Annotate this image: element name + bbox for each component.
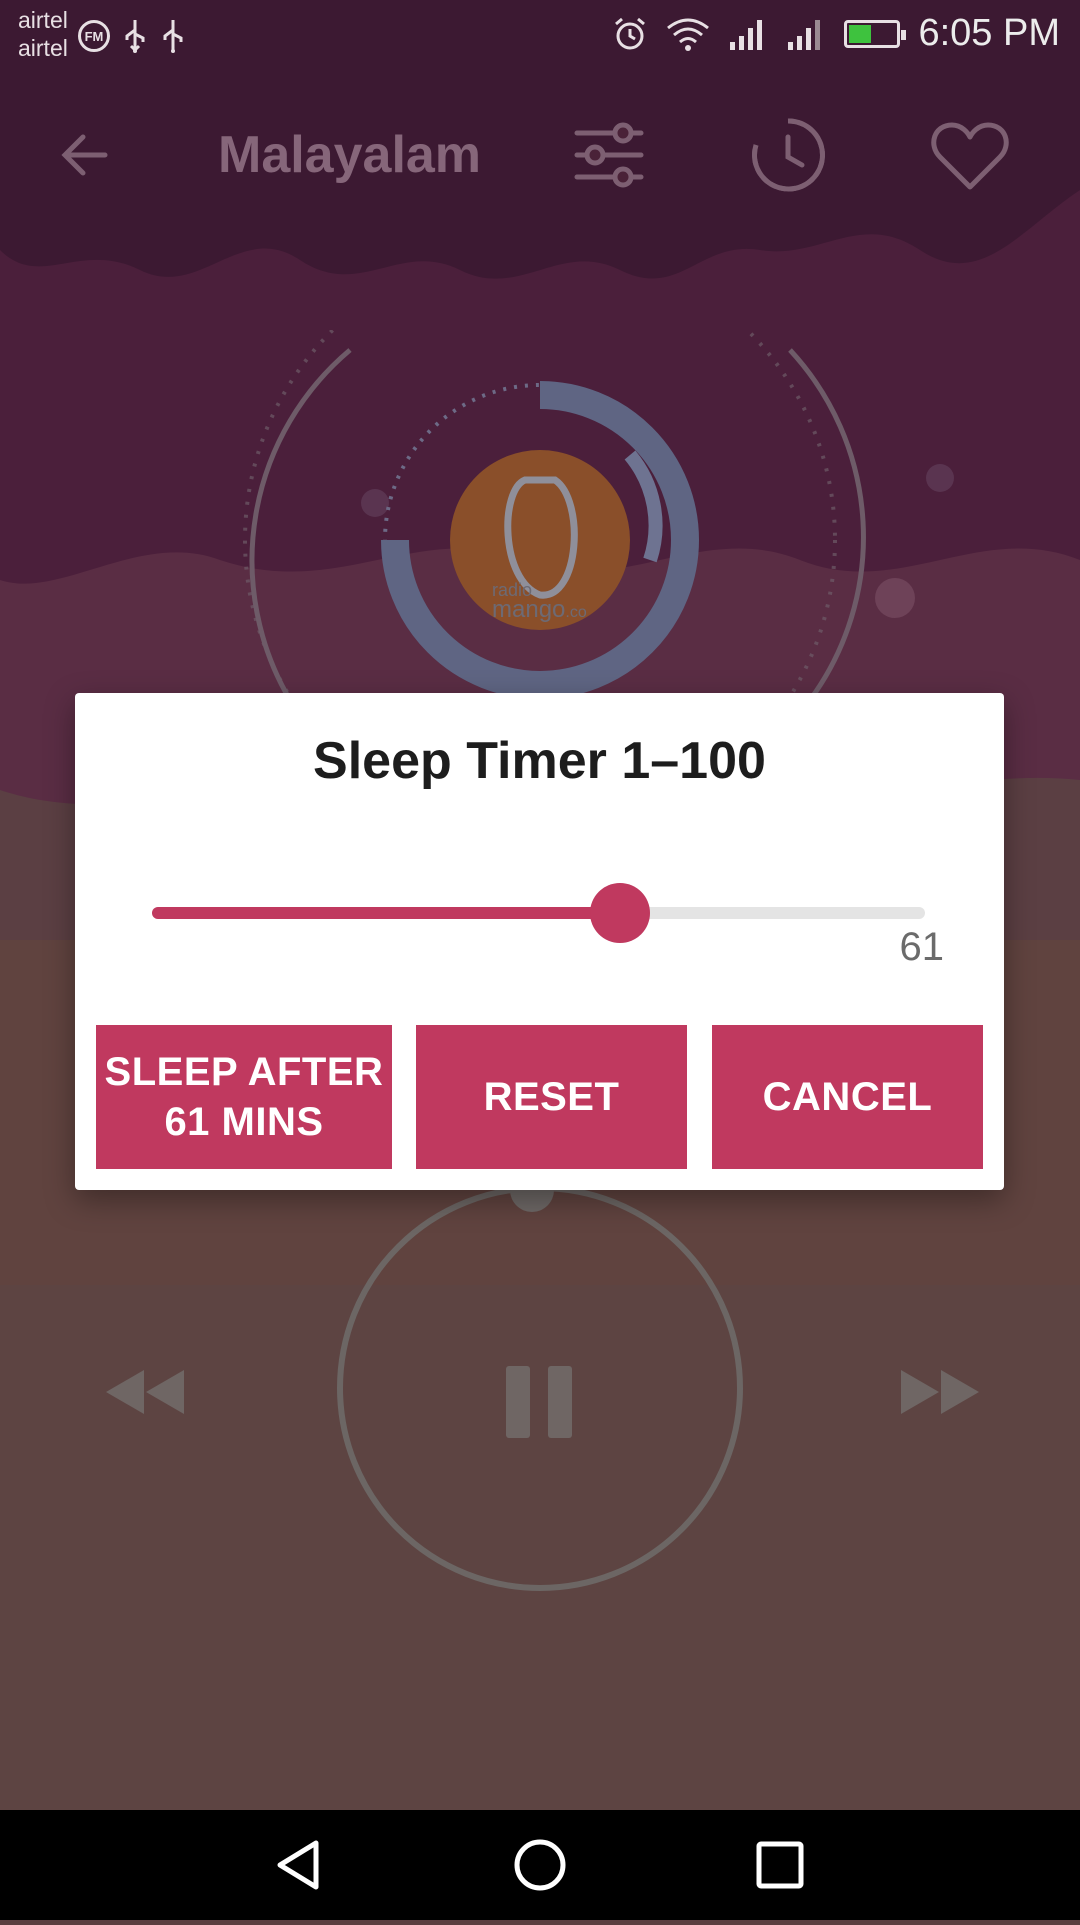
navigation-bar — [0, 1810, 1080, 1920]
nav-home-icon[interactable] — [480, 1810, 600, 1920]
slider-value: 61 — [899, 925, 945, 969]
carrier-labels: airtel airtel — [18, 6, 68, 62]
page-title: Malayalam — [218, 126, 482, 184]
battery-charging-icon — [844, 19, 907, 48]
status-icons-right: 6:05 PM — [612, 12, 1060, 55]
station-logo-text: radio mango.co — [492, 580, 587, 623]
station-logo-co: .co — [565, 604, 587, 621]
sleep-after-line2: 61 MINS — [164, 1100, 324, 1144]
pause-icon[interactable] — [500, 1360, 580, 1440]
sleep-timer-slider[interactable] — [152, 883, 925, 943]
usb-icon — [163, 20, 183, 53]
dialog-title: Sleep Timer 1–100 — [313, 732, 766, 790]
slider-active-track — [152, 907, 621, 919]
usb-icon — [125, 20, 145, 53]
station-artwork: radio mango.co — [0, 243, 1080, 837]
cancel-button[interactable]: CANCEL — [712, 1025, 983, 1169]
nav-recents-icon[interactable] — [720, 1810, 840, 1920]
back-arrow-icon[interactable] — [40, 90, 130, 220]
alarm-icon — [615, 17, 646, 49]
rewind-icon[interactable] — [100, 1340, 190, 1440]
sleep-after-line1: SLEEP AFTER — [104, 1050, 384, 1094]
slider-thumb[interactable] — [590, 883, 651, 943]
signal-icon — [788, 19, 821, 50]
app-bar: Malayalam — [0, 90, 1080, 220]
fast-forward-icon[interactable] — [895, 1340, 985, 1440]
sleep-timer-dialog: Sleep Timer 1–100 61 SLEEP AFTER 61 MINS… — [75, 693, 1004, 1190]
sleep-timer-icon[interactable] — [743, 90, 833, 220]
status-icons-left: FM — [78, 18, 186, 54]
sleep-after-button[interactable]: SLEEP AFTER 61 MINS — [96, 1025, 392, 1169]
clock: 6:05 PM — [918, 12, 1060, 54]
wifi-icon — [667, 18, 710, 51]
station-logo-mango: mango — [492, 596, 566, 623]
fm-radio-icon: FM — [78, 20, 110, 52]
player-controls — [0, 1175, 1080, 1620]
signal-icon — [730, 19, 763, 50]
reset-button[interactable]: RESET — [416, 1025, 687, 1169]
equalizer-icon[interactable] — [564, 90, 654, 220]
nav-back-icon[interactable] — [240, 1810, 360, 1920]
heart-icon[interactable] — [925, 90, 1015, 220]
carrier-2: airtel — [18, 35, 68, 61]
status-bar: airtel airtel FM 6:05 PM — [0, 0, 1080, 75]
carrier-1: airtel — [18, 7, 68, 33]
